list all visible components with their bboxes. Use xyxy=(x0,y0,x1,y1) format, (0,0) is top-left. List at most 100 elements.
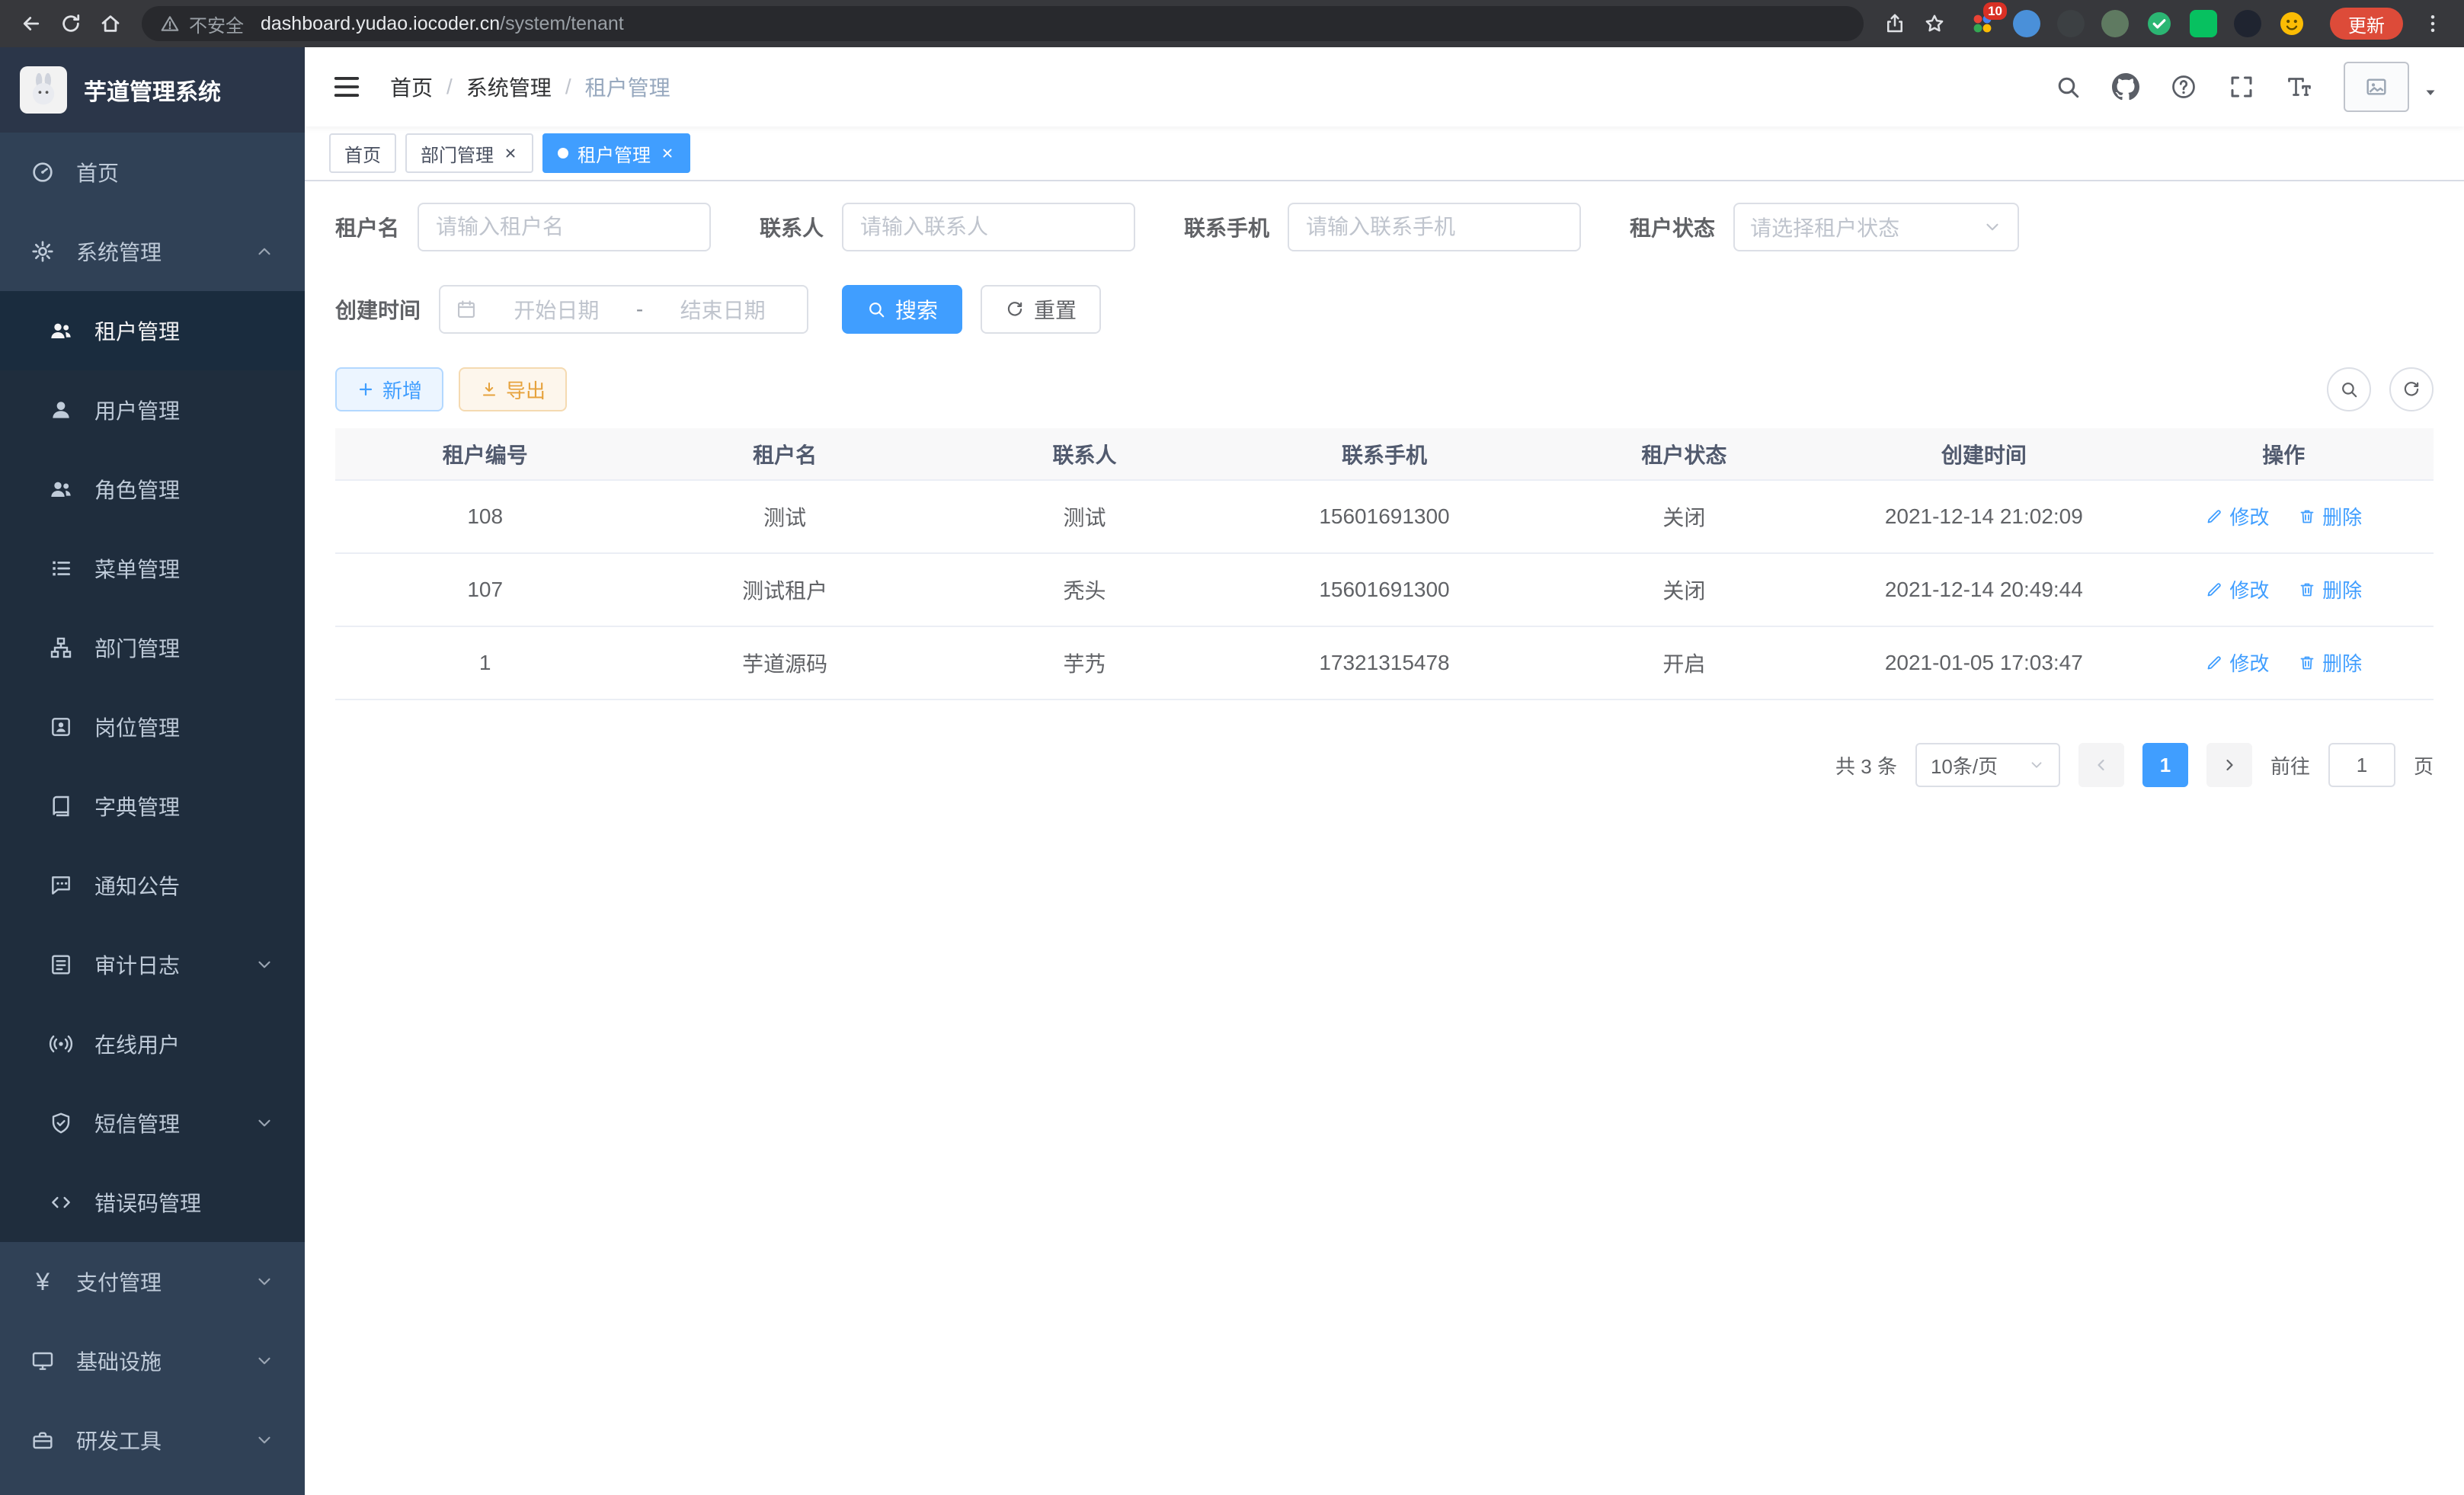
extension-icon-dots[interactable]: 10 xyxy=(1969,10,1996,37)
tenant-name-label: 租户名 xyxy=(335,212,399,242)
search-icon xyxy=(2339,379,2359,399)
mobile-input[interactable] xyxy=(1289,215,1579,239)
chevron-down-icon xyxy=(254,1351,274,1371)
cell-contact: 秃头 xyxy=(935,553,1234,626)
edit-link[interactable]: 修改 xyxy=(2205,648,2269,677)
goto-page-input[interactable] xyxy=(2328,743,2395,787)
sidebar-item-error-code[interactable]: 错误码管理 xyxy=(0,1163,305,1242)
extension-icon-green-muted[interactable] xyxy=(2101,10,2129,37)
extension-icon-dark[interactable] xyxy=(2057,10,2085,37)
reload-icon[interactable] xyxy=(53,6,88,41)
extension-icon-blue[interactable] xyxy=(2013,10,2040,37)
tab-tenant[interactable]: 租户管理 xyxy=(542,133,690,173)
delete-link[interactable]: 删除 xyxy=(2298,502,2362,530)
edit-link[interactable]: 修改 xyxy=(2205,502,2269,530)
close-icon[interactable] xyxy=(660,146,675,161)
cell-actions: 修改 删除 xyxy=(2134,626,2434,699)
search-icon xyxy=(866,299,886,319)
sidebar-item-audit-log[interactable]: 审计日志 xyxy=(0,925,305,1004)
chevron-down-icon xyxy=(254,1272,274,1292)
page-number-button[interactable]: 1 xyxy=(2142,743,2188,787)
browser-home-icon[interactable] xyxy=(93,6,128,41)
extension-icon-green-square[interactable] xyxy=(2190,10,2217,37)
sidebar-item-user[interactable]: 用户管理 xyxy=(0,370,305,450)
tags-view: 首页 部门管理 租户管理 xyxy=(305,126,2464,181)
sidebar-item-payment[interactable]: ¥ 支付管理 xyxy=(0,1242,305,1321)
user-avatar[interactable] xyxy=(2344,62,2409,112)
browser-menu-icon[interactable] xyxy=(2415,6,2450,41)
help-icon[interactable] xyxy=(2170,73,2197,101)
cell-tenant-id: 107 xyxy=(335,553,635,626)
extension-icon-green-check[interactable] xyxy=(2146,10,2173,37)
page-size-select[interactable]: 10条/页 xyxy=(1915,743,2060,787)
tab-dept[interactable]: 部门管理 xyxy=(405,133,533,173)
export-button[interactable]: 导出 xyxy=(459,367,567,411)
sidebar-item-system[interactable]: 系统管理 xyxy=(0,212,305,291)
address-bar[interactable]: 不安全 dashboard.yudao.iocoder.cn/system/te… xyxy=(142,6,1864,41)
goto-label: 前往 xyxy=(2270,751,2310,780)
back-icon[interactable] xyxy=(14,6,49,41)
delete-link[interactable]: 删除 xyxy=(2298,575,2362,603)
sidebar-item-dept[interactable]: 部门管理 xyxy=(0,608,305,687)
sidebar-item-infra[interactable]: 基础设施 xyxy=(0,1321,305,1401)
sidebar-item-post[interactable]: 岗位管理 xyxy=(0,687,305,767)
toggle-search-icon-button[interactable] xyxy=(2327,367,2371,411)
add-button[interactable]: 新增 xyxy=(335,367,443,411)
pencil-icon xyxy=(2205,507,2223,526)
breadcrumb-separator: / xyxy=(446,75,453,99)
url-text: dashboard.yudao.iocoder.cn/system/tenant xyxy=(261,13,624,35)
filter-tenant-name: 租户名 xyxy=(335,203,711,251)
sidebar-item-devtools[interactable]: 研发工具 xyxy=(0,1401,305,1480)
column-header: 联系人 xyxy=(935,428,1234,480)
chevron-right-icon xyxy=(2220,756,2238,774)
reset-button[interactable]: 重置 xyxy=(981,285,1101,334)
cell-tenant-name: 测试租户 xyxy=(635,553,934,626)
date-start-placeholder: 开始日期 xyxy=(488,294,626,325)
tab-home[interactable]: 首页 xyxy=(329,133,396,173)
delete-link[interactable]: 删除 xyxy=(2298,648,2362,677)
not-secure-warning-icon xyxy=(160,14,180,34)
sidebar-item-role[interactable]: 角色管理 xyxy=(0,450,305,529)
edit-link[interactable]: 修改 xyxy=(2205,575,2269,603)
column-header: 操作 xyxy=(2134,428,2434,480)
refresh-table-button[interactable] xyxy=(2389,367,2434,411)
extension-badge: 10 xyxy=(1983,2,2007,20)
date-range-separator: - xyxy=(636,297,643,322)
extension-icon-navy[interactable] xyxy=(2234,10,2261,37)
sidebar-item-online-users[interactable]: 在线用户 xyxy=(0,1004,305,1084)
fullscreen-icon[interactable] xyxy=(2228,73,2255,101)
sidebar-item-menu[interactable]: 菜单管理 xyxy=(0,529,305,608)
sidebar-item-tenant[interactable]: 租户管理 xyxy=(0,291,305,370)
bookmark-star-icon[interactable] xyxy=(1917,6,1952,41)
tenant-name-input[interactable] xyxy=(419,215,709,239)
close-icon[interactable] xyxy=(503,146,518,161)
github-icon[interactable] xyxy=(2112,73,2139,101)
date-range-picker[interactable]: 开始日期 - 结束日期 xyxy=(439,285,808,334)
browser-chrome: 不安全 dashboard.yudao.iocoder.cn/system/te… xyxy=(0,0,2464,47)
contact-input[interactable] xyxy=(843,215,1134,239)
sidebar-item-home[interactable]: 首页 xyxy=(0,133,305,212)
status-label: 租户状态 xyxy=(1630,212,1715,242)
chevron-down-icon xyxy=(254,1430,274,1450)
sidebar-item-notice[interactable]: 通知公告 xyxy=(0,846,305,925)
share-icon[interactable] xyxy=(1877,6,1912,41)
breadcrumb-system[interactable]: 系统管理 xyxy=(466,72,552,102)
sidebar-item-sms[interactable]: 短信管理 xyxy=(0,1084,305,1163)
logo[interactable]: 芋道管理系统 xyxy=(0,47,305,133)
header-search-icon[interactable] xyxy=(2054,73,2082,101)
search-button[interactable]: 搜索 xyxy=(842,285,962,334)
cell-created: 2021-12-14 21:02:09 xyxy=(1834,480,2133,553)
profile-avatar-icon[interactable] xyxy=(2278,10,2306,37)
cell-tenant-id: 108 xyxy=(335,480,635,553)
next-page-button[interactable] xyxy=(2206,743,2252,787)
sidebar-item-dict[interactable]: 字典管理 xyxy=(0,767,305,846)
status-select[interactable]: 请选择租户状态 xyxy=(1733,203,2019,251)
prev-page-button[interactable] xyxy=(2078,743,2124,787)
avatar-caret-down-icon[interactable] xyxy=(2421,83,2440,112)
sidebar-toggle-icon[interactable] xyxy=(329,69,364,104)
pencil-icon xyxy=(2205,654,2223,672)
breadcrumb-home[interactable]: 首页 xyxy=(390,72,433,102)
font-size-icon[interactable] xyxy=(2286,73,2313,101)
badge-icon xyxy=(49,715,73,739)
update-button[interactable]: 更新 xyxy=(2330,8,2403,40)
